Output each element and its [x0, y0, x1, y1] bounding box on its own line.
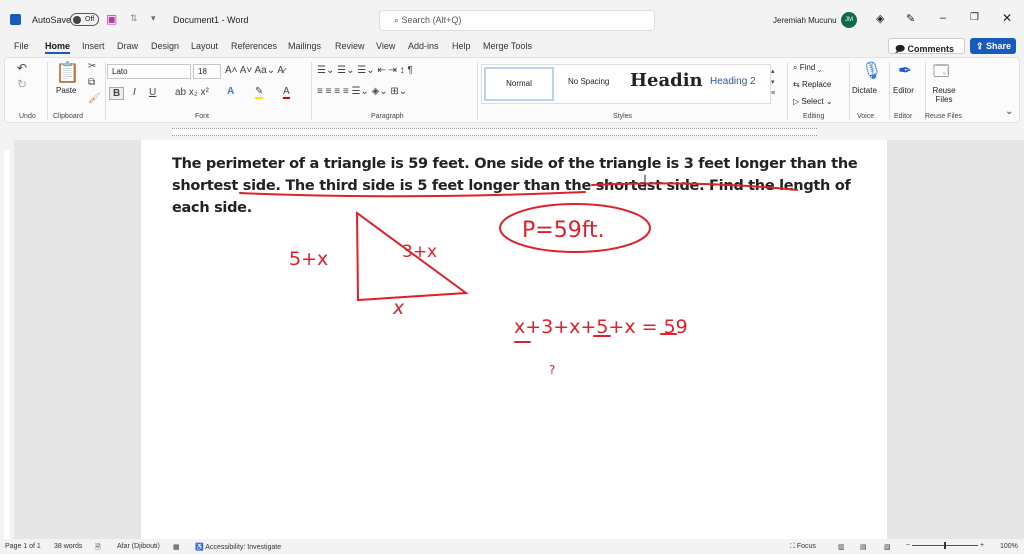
- label-x: x: [392, 297, 405, 319]
- language[interactable]: Afar (Djibouti): [117, 543, 160, 550]
- focus-button[interactable]: ⛶ Focus: [790, 543, 816, 551]
- perimeter-note: P=59ft.: [522, 218, 605, 243]
- zoom-level[interactable]: 100%: [1000, 543, 1018, 550]
- status-bar: Page 1 of 1 38 words 🗎 Afar (Djibouti) ▦…: [0, 539, 1024, 554]
- zoom-slider[interactable]: − +: [906, 541, 996, 551]
- accessibility-status[interactable]: ♿ Accessibility: Investigate: [195, 543, 281, 551]
- predictions-icon[interactable]: ▦: [173, 543, 180, 551]
- print-layout-icon[interactable]: ▤: [860, 543, 867, 551]
- page-count[interactable]: Page 1 of 1: [5, 543, 41, 550]
- web-layout-icon[interactable]: ▧: [884, 543, 891, 551]
- underline-ink: [239, 182, 798, 198]
- question-mark: ?: [549, 363, 555, 377]
- handwriting: 5+x 3+x x P=59ft. x+3+x+5+x = 59 ?: [289, 218, 688, 377]
- label-3-plus-x: 3+x: [402, 242, 437, 262]
- word-count[interactable]: 38 words: [54, 543, 82, 550]
- equation-note: x+3+x+5+x = 59: [514, 316, 688, 338]
- label-5-plus-x: 5+x: [289, 248, 328, 270]
- ink-annotations: 5+x 3+x x P=59ft. x+3+x+5+x = 59 ?: [239, 174, 798, 377]
- read-mode-icon[interactable]: ▥: [838, 543, 845, 551]
- proofing-icon[interactable]: 🗎: [95, 543, 101, 554]
